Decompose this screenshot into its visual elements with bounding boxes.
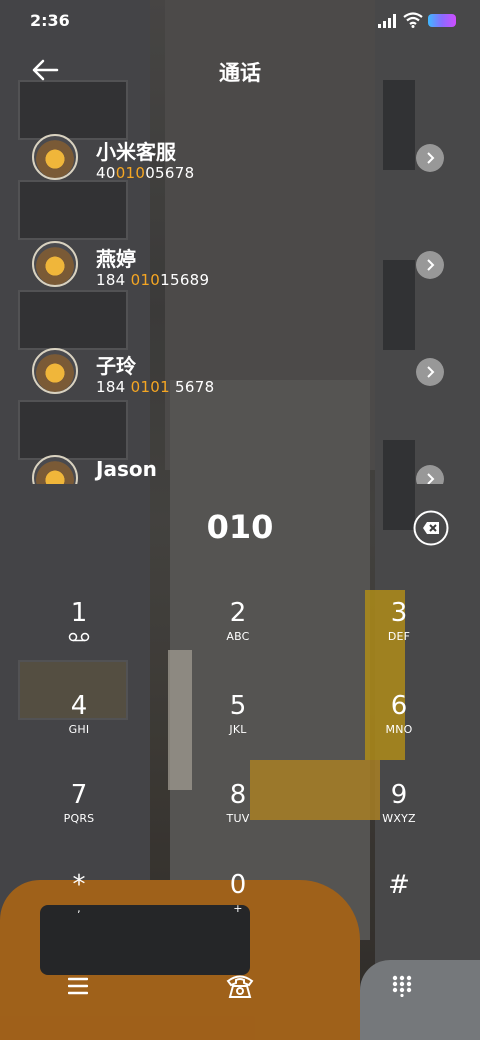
contact-name: Jason [96, 457, 157, 481]
key-8[interactable]: 8 TUV [178, 780, 298, 870]
phone-icon[interactable] [225, 970, 255, 1000]
key-9[interactable]: 9 WXYZ [339, 780, 459, 870]
key-5[interactable]: 5 JKL [178, 691, 298, 781]
backspace-icon[interactable] [413, 510, 449, 546]
page-title: 通话 [219, 61, 261, 85]
key-6[interactable]: 6 MNO [339, 691, 459, 781]
contact-number: 184 0101 5678 [96, 378, 215, 396]
contact-row[interactable]: 小米客服 4001005678 [0, 118, 480, 225]
key-hash[interactable]: # [339, 870, 459, 960]
contact-row[interactable]: Jason [0, 439, 480, 484]
chevron-right-icon[interactable] [416, 251, 444, 279]
contact-row[interactable]: 子玲 184 0101 5678 [0, 332, 480, 439]
status-time: 2:36 [30, 11, 70, 30]
contact-number: 4001005678 [96, 164, 195, 182]
wifi-icon [403, 12, 423, 28]
contact-name: 小米客服 [96, 140, 176, 164]
contact-number: 184 01015689 [96, 271, 210, 289]
key-1[interactable]: 1 [19, 598, 139, 688]
key-0[interactable]: 0 + [178, 870, 298, 960]
chevron-right-icon[interactable] [416, 465, 444, 484]
contact-name: 子玲 [96, 354, 136, 378]
key-2[interactable]: 2 ABC [178, 598, 298, 688]
avatar [32, 241, 78, 287]
signal-icon [378, 14, 396, 28]
dialed-number: 010 [206, 508, 274, 546]
status-bar: 2:36 [0, 0, 480, 42]
contact-suggestions: 小米客服 4001005678 燕婷 184 01015689 子玲 184 0… [0, 118, 480, 484]
contact-row[interactable]: 燕婷 184 01015689 [0, 225, 480, 332]
key-3[interactable]: 3 DEF [339, 598, 459, 688]
avatar [32, 455, 78, 484]
voicemail-icon [68, 632, 90, 642]
key-star[interactable]: *, [19, 870, 139, 960]
avatar [32, 134, 78, 180]
chevron-right-icon[interactable] [416, 358, 444, 386]
chevron-right-icon[interactable] [416, 144, 444, 172]
menu-icon[interactable] [68, 977, 88, 995]
key-7[interactable]: 7 PQRS [19, 780, 139, 870]
key-4[interactable]: 4 GHI [19, 691, 139, 781]
contact-name: 燕婷 [96, 247, 136, 271]
dialpad-icon[interactable] [392, 975, 412, 997]
battery-icon [428, 14, 456, 27]
avatar [32, 348, 78, 394]
